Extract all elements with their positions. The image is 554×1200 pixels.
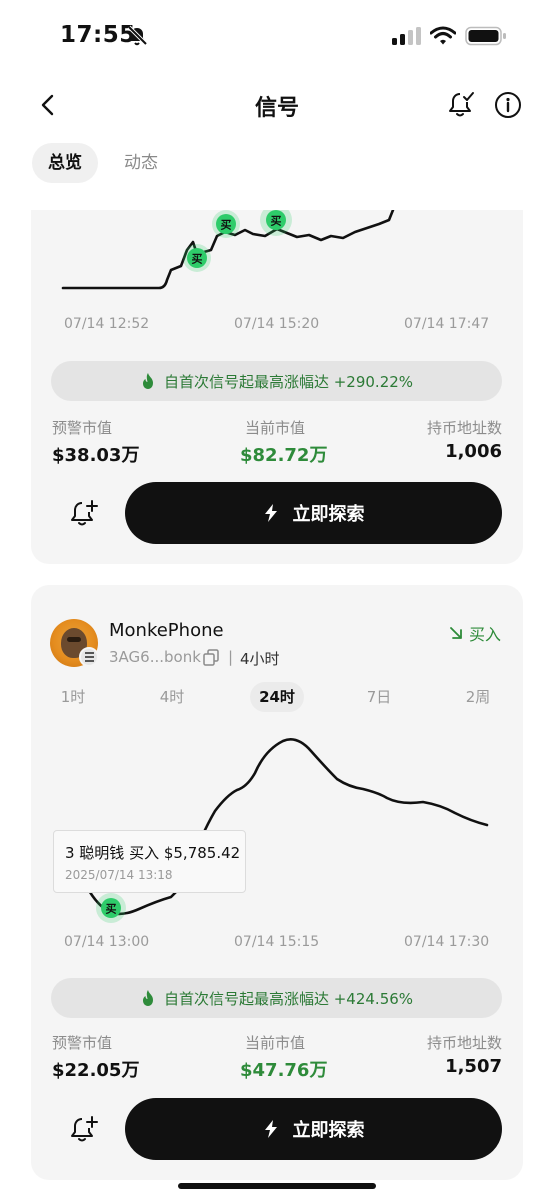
tab-overview[interactable]: 总览: [32, 143, 98, 183]
explore-button[interactable]: 立即探索: [125, 482, 502, 544]
separator: |: [228, 648, 234, 666]
range-tab-7d[interactable]: 7日: [358, 682, 400, 712]
holders-value: 1,006: [445, 441, 502, 462]
x-axis-tick: 07/14 15:15: [234, 934, 320, 950]
signal-feed[interactable]: 买 买 买 07/14 12:52 07/14 15:20 07/14 17:4…: [0, 210, 554, 1200]
x-axis-tick: 07/14 12:52: [64, 316, 150, 332]
add-alert-button[interactable]: [69, 498, 99, 530]
bell-check-button[interactable]: [447, 90, 475, 120]
range-tab-4h[interactable]: 4时: [150, 682, 194, 712]
current-mcap-value: $47.76万: [240, 1060, 328, 1081]
buy-marker: 买: [96, 893, 126, 923]
buy-marker: 买: [183, 244, 211, 272]
solana-chain-icon: [79, 647, 99, 667]
holders-label: 持币地址数: [426, 419, 502, 437]
x-axis-tick: 07/14 17:30: [404, 934, 490, 950]
max-gain-text: 自首次信号起最高涨幅达 +290.22%: [163, 372, 414, 391]
range-tab-2w[interactable]: 2周: [456, 682, 500, 712]
tab-activity[interactable]: 动态: [110, 143, 172, 183]
cellular-signal-icon: [392, 27, 421, 45]
status-time: 17:55: [60, 22, 136, 48]
wifi-icon: [430, 26, 456, 45]
x-axis-tick: 07/14 13:00: [64, 934, 150, 950]
arrow-down-right-icon: [450, 627, 462, 639]
current-mcap-value: $82.72万: [240, 445, 328, 466]
max-gain-banner: 自首次信号起最高涨幅达 +290.22%: [51, 361, 502, 401]
lightning-icon: [264, 504, 277, 522]
signal-page: 17:55 信号 总览 动态 买 买 买 07/14 12:52 07/14 1…: [0, 0, 554, 1200]
signal-card: 买 买 买 07/14 12:52 07/14 15:20 07/14 17:4…: [31, 210, 523, 564]
x-axis-tick: 07/14 15:20: [234, 316, 320, 332]
lightning-icon: [264, 1120, 277, 1138]
holders-label: 持币地址数: [426, 1034, 502, 1052]
add-alert-button[interactable]: [69, 1114, 99, 1146]
current-mcap-label: 当前市值: [245, 1034, 306, 1052]
buy-button-label: 买入: [468, 625, 501, 644]
explore-button-label: 立即探索: [292, 504, 365, 525]
explore-button[interactable]: 立即探索: [125, 1098, 502, 1160]
tooltip-timestamp: 2025/07/14 13:18: [65, 868, 173, 882]
current-mcap-label: 当前市值: [245, 419, 306, 437]
range-tab-24h[interactable]: 24时: [250, 682, 304, 712]
bell-slash-icon: [127, 25, 148, 46]
battery-icon: [465, 26, 506, 46]
range-tab-1h[interactable]: 1时: [52, 682, 94, 712]
signal-card: MonkePhone 3AG6...bonk | 4小时 买入 1时 4时 24…: [31, 585, 523, 1180]
token-age: 4小时: [240, 650, 280, 668]
x-axis-tick: 07/14 17:47: [404, 316, 490, 332]
token-name[interactable]: MonkePhone: [109, 620, 224, 641]
copy-icon[interactable]: [203, 649, 219, 666]
trade-tooltip: 3 聪明钱 买入 $5,785.42 2025/07/14 13:18: [53, 830, 246, 893]
buy-marker-label: 买: [271, 215, 282, 228]
buy-button[interactable]: 买入: [449, 621, 501, 645]
alert-mcap-label: 预警市值: [52, 419, 113, 437]
token-address: 3AG6...bonk: [109, 648, 201, 666]
explore-button-label: 立即探索: [292, 1120, 365, 1141]
price-chart: 买 买 买: [61, 210, 395, 290]
alert-mcap-value: $22.05万: [52, 1060, 140, 1081]
home-indicator[interactable]: [178, 1183, 376, 1189]
buy-marker-label: 买: [192, 253, 203, 266]
tooltip-summary: 3 聪明钱 买入 $5,785.42: [65, 844, 241, 862]
buy-marker: 买: [212, 210, 240, 238]
holders-value: 1,507: [445, 1056, 502, 1077]
max-gain-text: 自首次信号起最高涨幅达 +424.56%: [163, 989, 414, 1008]
fire-icon: [142, 373, 153, 389]
buy-marker-label: 买: [106, 903, 117, 916]
buy-marker-label: 买: [221, 219, 232, 232]
alert-mcap-label: 预警市值: [52, 1034, 113, 1052]
fire-icon: [142, 990, 153, 1006]
info-button[interactable]: [494, 91, 522, 119]
max-gain-banner: 自首次信号起最高涨幅达 +424.56%: [51, 978, 502, 1018]
alert-mcap-value: $38.03万: [52, 445, 140, 466]
